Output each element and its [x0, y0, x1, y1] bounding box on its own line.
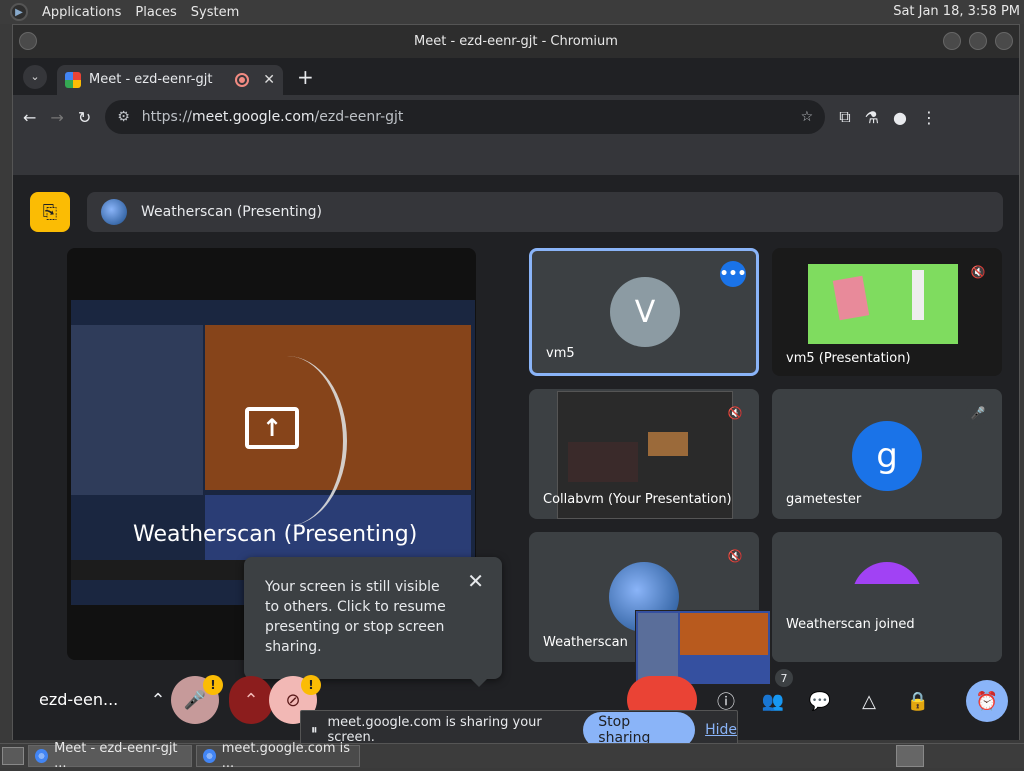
- tile-vm5-presentation[interactable]: 🔇 vm5 (Presentation): [772, 248, 1002, 376]
- tile-name: vm5 (Presentation): [786, 351, 911, 366]
- new-tab-icon[interactable]: +: [297, 65, 314, 89]
- minimize-button[interactable]: [943, 32, 961, 50]
- recording-indicator-icon: [235, 72, 250, 87]
- stage-label: Weatherscan (Presenting): [133, 522, 418, 547]
- avatar-vm5: V: [610, 277, 680, 347]
- video-options-chevron-icon[interactable]: ⌃: [229, 676, 273, 724]
- window-menu-button[interactable]: [19, 32, 37, 50]
- show-desktop-icon[interactable]: [2, 747, 24, 765]
- close-window-button[interactable]: [995, 32, 1013, 50]
- profile-avatar-icon[interactable]: ●: [893, 108, 907, 127]
- tile-name: gametester: [786, 492, 862, 507]
- mic-warning-icon: !: [203, 675, 223, 695]
- close-tab-icon[interactable]: ✕: [263, 72, 275, 88]
- meet-area: ⎘ Weatherscan (Presenting) ↑ Weatherscan…: [13, 175, 1019, 750]
- extensions-icon[interactable]: ⧉: [839, 107, 850, 127]
- tile-collabvm[interactable]: 🔇 Collabvm (Your Presentation): [529, 389, 759, 519]
- meet-favicon-icon: [65, 71, 81, 88]
- workspace-switcher[interactable]: [896, 745, 924, 767]
- sharing-message: meet.google.com is sharing your screen.: [327, 715, 542, 745]
- more-options-icon[interactable]: •••: [720, 261, 746, 287]
- site-info-icon[interactable]: ⚙: [117, 109, 130, 125]
- avatar-gametester: g: [852, 421, 922, 491]
- activities-icon[interactable]: △: [853, 685, 885, 717]
- tab-meet[interactable]: Meet - ezd-eenr-gjt ✕: [57, 64, 283, 95]
- character-pencil: [912, 270, 924, 320]
- host-controls-lock-icon[interactable]: 🔒: [902, 685, 934, 717]
- tile-vm5[interactable]: V ••• vm5: [529, 248, 759, 376]
- mic-off-icon: 🔇: [727, 549, 743, 563]
- present-screen-icon[interactable]: ↑: [245, 407, 299, 449]
- screen-visible-tooltip[interactable]: Your screen is still visible to others. …: [244, 557, 502, 687]
- chromium-icon: [203, 749, 216, 763]
- clock[interactable]: Sat Jan 18, 3:58 PM: [893, 4, 1020, 19]
- camera-off-icon: ⊘: [285, 689, 301, 711]
- presenting-label: Weatherscan (Presenting): [141, 204, 322, 220]
- tab-title: Meet - ezd-eenr-gjt: [89, 72, 213, 87]
- url-text[interactable]: https://meet.google.com/ezd-eenr-gjt: [142, 109, 404, 125]
- presenting-bar[interactable]: Weatherscan (Presenting): [87, 192, 1003, 232]
- maximize-button[interactable]: [969, 32, 987, 50]
- tile-weatherscan-joined[interactable]: Weatherscan joined: [772, 532, 1002, 662]
- drag-handle-icon[interactable]: ⏸: [311, 723, 318, 738]
- tab-search-chevron-icon[interactable]: ⌄: [23, 64, 47, 89]
- timer-button[interactable]: ⏰: [966, 680, 1008, 722]
- meeting-room-button[interactable]: ⎘: [30, 192, 70, 232]
- labs-flask-icon[interactable]: ⚗: [865, 108, 879, 127]
- mic-off-icon: 🎤: [966, 401, 990, 425]
- door-icon: ⎘: [42, 201, 58, 223]
- tile-name: Collabvm (Your Presentation): [543, 492, 732, 507]
- menu-system[interactable]: System: [191, 5, 239, 20]
- kebab-menu-icon[interactable]: ⋮: [921, 108, 937, 127]
- bottom-taskbar: Meet - ezd-eenr-gjt ... meet.google.com …: [0, 741, 1024, 771]
- window-title: Meet - ezd-eenr-gjt - Chromium: [414, 34, 618, 49]
- participants-count: 7: [775, 669, 793, 687]
- tile-name: Weatherscan: [543, 635, 628, 650]
- chromium-icon: [35, 749, 49, 763]
- weatherscan-avatar: [101, 199, 127, 225]
- back-arrow-icon[interactable]: ←: [23, 108, 36, 127]
- tooltip-text: Your screen is still visible to others. …: [265, 579, 446, 655]
- chat-icon[interactable]: 💬: [804, 685, 836, 717]
- reload-icon[interactable]: ↻: [78, 108, 91, 127]
- video-thumbnail: [808, 264, 958, 344]
- forward-arrow-icon[interactable]: →: [50, 108, 63, 127]
- top-panel: ▶ Applications Places System Sat Jan 18,…: [0, 0, 1024, 24]
- close-tooltip-icon[interactable]: ✕: [467, 571, 484, 591]
- hide-link[interactable]: Hide: [705, 722, 737, 738]
- info-icon[interactable]: ⓘ: [710, 685, 742, 717]
- gnome-logo-icon[interactable]: ▶: [10, 3, 28, 21]
- tab-strip: ⌄ Meet - ezd-eenr-gjt ✕ +: [13, 58, 1019, 95]
- browser-toolbar: ← → ↻ ⚙ https://meet.google.com/ezd-eenr…: [13, 95, 1019, 139]
- joined-text: Weatherscan joined: [786, 617, 915, 632]
- alarm-clock-icon: ⏰: [975, 690, 999, 712]
- taskbar-item-sharing[interactable]: meet.google.com is ...: [196, 741, 360, 771]
- mic-icon: 🎤: [183, 689, 207, 711]
- bookmarks-bar: [13, 139, 1019, 175]
- taskbar-item-meet[interactable]: Meet - ezd-eenr-gjt ...: [28, 741, 192, 771]
- people-icon[interactable]: 👥: [757, 685, 789, 717]
- tile-gametester[interactable]: g 🎤 gametester: [772, 389, 1002, 519]
- tile-name: vm5: [546, 346, 575, 361]
- mic-off-icon: 🔇: [727, 406, 743, 420]
- window-titlebar[interactable]: Meet - ezd-eenr-gjt - Chromium: [13, 25, 1019, 58]
- camera-warning-icon: !: [301, 675, 321, 695]
- presentation-preview-popup[interactable]: [635, 610, 771, 685]
- mic-off-icon: 🔇: [970, 265, 986, 279]
- address-bar[interactable]: ⚙ https://meet.google.com/ezd-eenr-gjt ☆: [105, 100, 826, 134]
- menu-applications[interactable]: Applications: [42, 5, 121, 20]
- browser-window: Meet - ezd-eenr-gjt - Chromium ⌄ Meet - …: [12, 24, 1020, 750]
- meeting-code: ezd-een...: [39, 690, 119, 709]
- bookmark-star-icon[interactable]: ☆: [801, 109, 814, 125]
- menu-places[interactable]: Places: [135, 5, 176, 20]
